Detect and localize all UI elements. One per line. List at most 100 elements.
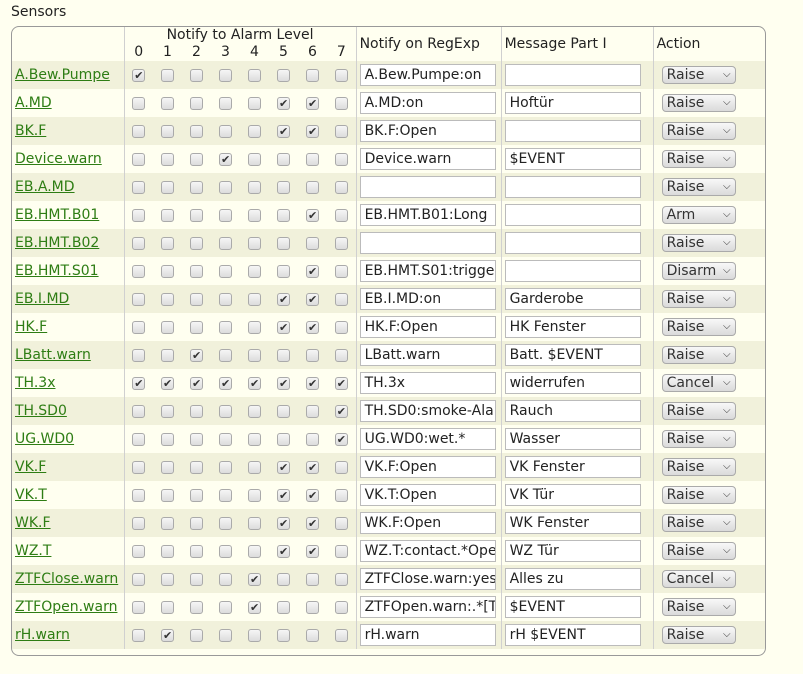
level-4-checkbox[interactable] — [248, 152, 261, 166]
level-5-checkbox[interactable] — [277, 460, 290, 474]
level-2-checkbox[interactable] — [190, 208, 203, 222]
level-3-checkbox[interactable] — [219, 180, 232, 194]
level-1-checkbox[interactable] — [161, 208, 174, 222]
level-7-checkbox[interactable] — [334, 124, 348, 138]
action-select[interactable]: Raise ⌵ — [661, 290, 736, 308]
level-4-checkbox[interactable] — [248, 68, 261, 82]
level-6-checkbox[interactable] — [306, 208, 319, 222]
level-4-checkbox[interactable] — [248, 404, 261, 418]
message-input[interactable]: VK Fenster — [504, 456, 641, 478]
level-4-checkbox[interactable] — [248, 544, 261, 558]
level-7-checkbox[interactable] — [334, 292, 348, 306]
level-0-checkbox[interactable] — [132, 460, 146, 474]
level-3-checkbox[interactable] — [219, 460, 232, 474]
level-2-checkbox[interactable] — [190, 460, 203, 474]
level-7-checkbox[interactable] — [334, 488, 348, 502]
level-2-checkbox[interactable] — [190, 572, 203, 586]
sensor-link[interactable]: EB.HMT.B01 — [15, 207, 99, 223]
level-0-checkbox[interactable] — [132, 628, 146, 642]
level-6-checkbox[interactable] — [306, 600, 319, 614]
sensor-link[interactable]: Device.warn — [15, 151, 102, 167]
level-7-checkbox[interactable] — [334, 180, 348, 194]
level-0-checkbox[interactable] — [132, 600, 146, 614]
level-2-checkbox[interactable] — [190, 152, 203, 166]
level-6-checkbox[interactable] — [306, 320, 319, 334]
message-input[interactable]: WK Fenster — [504, 512, 641, 534]
message-input[interactable]: widerrufen — [504, 372, 641, 394]
action-select[interactable]: Raise ⌵ — [661, 94, 736, 112]
message-input[interactable] — [504, 204, 641, 226]
level-2-checkbox[interactable] — [190, 124, 203, 138]
regexp-input[interactable]: VK.T:Open — [359, 484, 496, 506]
sensor-link[interactable]: EB.A.MD — [15, 179, 75, 195]
level-7-checkbox[interactable] — [334, 628, 348, 642]
level-6-checkbox[interactable] — [306, 460, 319, 474]
level-3-checkbox[interactable] — [219, 572, 232, 586]
level-6-checkbox[interactable] — [306, 544, 319, 558]
action-select[interactable]: Raise ⌵ — [661, 178, 736, 196]
level-2-checkbox[interactable] — [190, 432, 203, 446]
regexp-input[interactable]: BK.F:Open — [359, 120, 496, 142]
level-6-checkbox[interactable] — [306, 572, 319, 586]
level-6-checkbox[interactable] — [306, 180, 319, 194]
level-0-checkbox[interactable] — [132, 432, 146, 446]
level-3-checkbox[interactable] — [219, 628, 232, 642]
level-0-checkbox[interactable] — [132, 124, 146, 138]
level-0-checkbox[interactable] — [132, 572, 146, 586]
level-4-checkbox[interactable] — [248, 96, 261, 110]
level-3-checkbox[interactable] — [219, 432, 232, 446]
level-5-checkbox[interactable] — [277, 488, 290, 502]
level-4-checkbox[interactable] — [248, 264, 261, 278]
level-1-checkbox[interactable] — [161, 544, 174, 558]
level-1-checkbox[interactable] — [161, 516, 174, 530]
level-3-checkbox[interactable] — [219, 404, 232, 418]
action-select[interactable]: Raise ⌵ — [661, 486, 736, 504]
message-input[interactable]: VK Tür — [504, 484, 641, 506]
regexp-input[interactable]: LBatt.warn — [359, 344, 496, 366]
level-0-checkbox[interactable] — [132, 348, 146, 362]
message-input[interactable]: Hoftür — [504, 92, 641, 114]
level-2-checkbox[interactable] — [190, 236, 203, 250]
action-select[interactable]: Raise ⌵ — [661, 66, 736, 84]
level-5-checkbox[interactable] — [277, 264, 290, 278]
level-4-checkbox[interactable] — [248, 600, 261, 614]
level-1-checkbox[interactable] — [161, 404, 174, 418]
level-3-checkbox[interactable] — [219, 376, 232, 390]
level-6-checkbox[interactable] — [306, 124, 319, 138]
sensor-link[interactable]: A.MD — [15, 95, 52, 111]
level-3-checkbox[interactable] — [219, 208, 232, 222]
sensor-link[interactable]: BK.F — [15, 123, 46, 139]
level-3-checkbox[interactable] — [219, 544, 232, 558]
level-7-checkbox[interactable] — [334, 516, 348, 530]
level-7-checkbox[interactable] — [334, 348, 348, 362]
sensor-link[interactable]: EB.I.MD — [15, 291, 69, 307]
level-1-checkbox[interactable] — [161, 488, 174, 502]
level-0-checkbox[interactable] — [132, 516, 146, 530]
level-4-checkbox[interactable] — [248, 488, 261, 502]
message-input[interactable]: Alles zu — [504, 568, 641, 590]
level-0-checkbox[interactable] — [132, 292, 146, 306]
level-3-checkbox[interactable] — [219, 236, 232, 250]
level-3-checkbox[interactable] — [219, 488, 232, 502]
message-input[interactable]: WZ Tür — [504, 540, 641, 562]
level-5-checkbox[interactable] — [277, 320, 290, 334]
regexp-input[interactable] — [359, 232, 496, 254]
sensor-link[interactable]: EB.HMT.B02 — [15, 235, 99, 251]
regexp-input[interactable]: EB.HMT.B01:Long — [359, 204, 496, 226]
regexp-input[interactable]: TH.3x — [359, 372, 496, 394]
action-select[interactable]: Raise ⌵ — [661, 318, 736, 336]
sensor-link[interactable]: VK.T — [15, 487, 47, 503]
level-2-checkbox[interactable] — [190, 264, 203, 278]
action-select[interactable]: Raise ⌵ — [661, 458, 736, 476]
sensor-link[interactable]: ZTFOpen.warn — [15, 599, 117, 615]
regexp-input[interactable]: UG.WD0:wet.* — [359, 428, 496, 450]
level-6-checkbox[interactable] — [306, 348, 319, 362]
level-1-checkbox[interactable] — [161, 180, 174, 194]
level-4-checkbox[interactable] — [248, 460, 261, 474]
level-1-checkbox[interactable] — [161, 320, 174, 334]
level-4-checkbox[interactable] — [248, 320, 261, 334]
level-1-checkbox[interactable] — [161, 152, 174, 166]
message-input[interactable] — [504, 260, 641, 282]
level-5-checkbox[interactable] — [277, 208, 290, 222]
level-5-checkbox[interactable] — [277, 376, 290, 390]
